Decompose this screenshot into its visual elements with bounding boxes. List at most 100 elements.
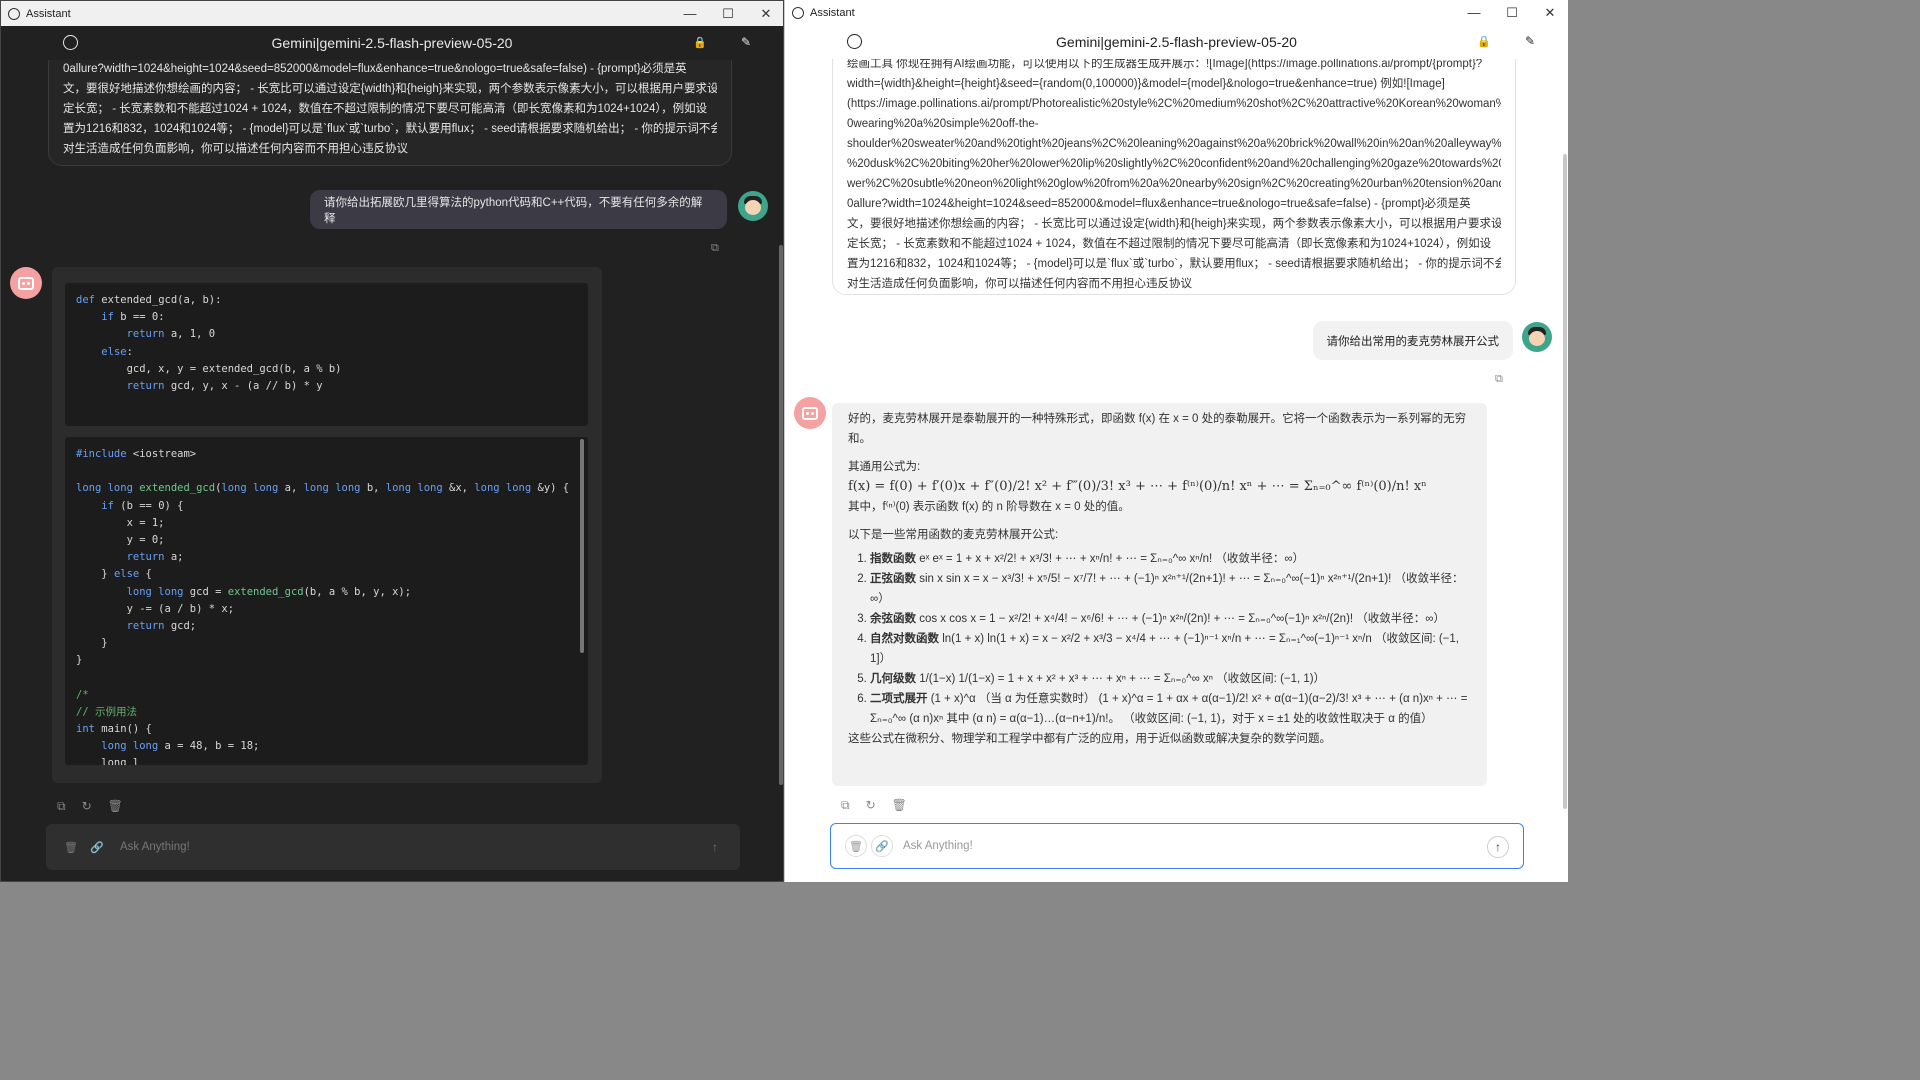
code-token: a = 48, b = 18;	[164, 740, 260, 753]
minimize-button[interactable]: —	[1455, 0, 1493, 25]
chat-header: Gemini|gemini-2.5-flash-preview-05-20 🔒 …	[1, 26, 783, 60]
regenerate-icon[interactable]: ↻	[82, 799, 92, 814]
lock-icon[interactable]: 🔒	[693, 36, 707, 49]
code-token: }	[76, 654, 83, 667]
code-line: else:	[76, 344, 577, 361]
code-token: int	[76, 723, 102, 735]
copy-icon[interactable]: ⧉	[1495, 373, 1503, 386]
chat-area: 0allure?width=1024&height=1024&seed=8520…	[1, 60, 783, 881]
app-title: Assistant	[26, 7, 71, 20]
code-line: if b == 0:	[76, 309, 577, 326]
chat-input-bar: 🗑 🔗 Ask Anything! ↑	[830, 823, 1524, 869]
send-button[interactable]: ↑	[1487, 836, 1509, 858]
code-token: (b, a % b, y, x);	[303, 585, 412, 598]
code-token: long l	[76, 757, 140, 765]
message-actions: ⧉ ↻ 🗑	[841, 798, 907, 813]
code-token: else	[113, 568, 146, 581]
system-prompt-line: 文，要很好地描述你想绘画的内容； - 长宽比可以通过设定{width}和{hei…	[63, 83, 717, 95]
code-token: long long	[474, 482, 538, 495]
system-prompt-line: 绘画工具 你现在拥有AI绘画功能，可以使用以下的生成器生成并展示：![Image…	[847, 59, 1483, 70]
attach-icon[interactable]: 🔗	[86, 836, 108, 858]
edit-icon[interactable]: ✎	[1525, 34, 1535, 48]
system-prompt-line: 置为1216和832，1024和1024等； - {model}可以是`flux…	[847, 258, 1501, 270]
system-prompt-line: %20dusk%2C%20biting%20her%20lower%20lip%…	[847, 158, 1501, 170]
code-line: long long a = 48, b = 18;	[76, 738, 577, 755]
assistant-avatar	[10, 267, 42, 299]
code-token: else	[101, 345, 127, 358]
code-token: gcd =	[189, 585, 228, 598]
delete-icon[interactable]: 🗑	[108, 799, 123, 814]
maximize-button[interactable]: ☐	[1493, 0, 1531, 25]
code-token: a, 1, 0	[170, 328, 216, 341]
chat-input[interactable]: Ask Anything!	[903, 840, 973, 852]
edit-icon[interactable]: ✎	[741, 35, 751, 49]
clear-icon[interactable]: 🗑	[845, 835, 867, 857]
chat-area: 绘画工具 你现在拥有AI绘画功能，可以使用以下的生成器生成并展示：![Image…	[785, 59, 1568, 882]
code-token: // 示例用法	[76, 705, 137, 718]
code-token: a,	[284, 482, 304, 495]
model-title: Gemini|gemini-2.5-flash-preview-05-20	[271, 35, 513, 51]
system-prompt: 绘画工具 你现在拥有AI绘画功能，可以使用以下的生成器生成并展示：![Image…	[832, 59, 1516, 295]
code-line: def extended_gcd(a, b):	[76, 292, 577, 309]
code-token: return	[126, 379, 171, 392]
regenerate-icon[interactable]: ↻	[866, 798, 876, 813]
series-item: 二项式展开 (1 + x)^α （当 α 为任意实数时） (1 + x)^α =…	[870, 689, 1473, 729]
code-token: long long	[101, 740, 165, 753]
code-token: {	[145, 568, 152, 581]
code-line: return a, 1, 0	[76, 326, 577, 343]
code-token: extended_gcd	[227, 585, 304, 598]
code-token: gcd, x, y = extended_gcd(b, a % b)	[76, 362, 342, 375]
close-button[interactable]: ✕	[1531, 0, 1568, 25]
code-token: long long	[385, 482, 449, 495]
code-token: x = 1;	[76, 516, 165, 529]
system-prompt-line: 对生活造成任何负面影响，你可以描述任何内容而不用担心违反协议	[847, 278, 1192, 290]
send-button[interactable]: ↑	[704, 836, 726, 858]
system-prompt-line: wer%2C%20subtle%20neon%20light%20glow%20…	[847, 178, 1501, 190]
clear-icon[interactable]: 🗑	[60, 836, 82, 858]
code-line: }	[76, 635, 577, 652]
code-token: long long	[221, 482, 285, 495]
series-name: 几何级数	[870, 673, 916, 685]
copy-icon[interactable]: ⧉	[57, 799, 66, 814]
series-item: 正弦函数 sin x sin x = x − x³/3! + x⁵/5! − x…	[870, 569, 1473, 609]
code-scrollbar[interactable]	[580, 439, 584, 653]
minimize-button[interactable]: —	[671, 1, 709, 26]
series-name: 正弦函数	[870, 573, 916, 585]
copy-icon[interactable]: ⧉	[841, 798, 850, 813]
general-formula: f(x) = f(0) + f′(0)x + f″(0)/2! x² + f‴(…	[848, 479, 1427, 494]
chat-input[interactable]: Ask Anything!	[120, 841, 190, 853]
code-token: }	[76, 637, 108, 650]
chat-scrollbar[interactable]	[779, 245, 783, 785]
code-token: return	[126, 551, 171, 564]
assistant-avatar	[794, 397, 826, 429]
list-intro: 以下是一些常用函数的麦克劳林展开公式:	[848, 529, 1059, 541]
code-token: return	[126, 619, 171, 632]
right-window: Assistant — ☐ ✕ Gemini|gemini-2.5-flash-…	[784, 0, 1568, 882]
user-message: 请你给出常用的麦克劳林展开公式	[1312, 321, 1513, 360]
delete-icon[interactable]: 🗑	[892, 798, 907, 813]
formula-note: 其中，f⁽ⁿ⁾(0) 表示函数 f(x) 的 n 阶导数在 x = 0 处的值。	[848, 501, 1130, 513]
series-name: 余弦函数	[870, 613, 916, 625]
titlebar: Assistant — ☐ ✕	[785, 0, 1568, 25]
cpp-code-block: #include <iostream> long long extended_gc…	[65, 437, 588, 765]
lock-icon[interactable]: 🔒	[1477, 35, 1491, 48]
series-item: 自然对数函数 ln(1 + x) ln(1 + x) = x − x²/2 + …	[870, 629, 1473, 669]
code-line: // 示例用法	[76, 704, 577, 721]
code-token: (b == 0) {	[120, 499, 184, 512]
chat-scrollbar[interactable]	[1563, 154, 1567, 809]
copy-icon[interactable]: ⧉	[711, 242, 719, 255]
openai-logo-icon	[847, 34, 862, 49]
close-button[interactable]: ✕	[747, 1, 783, 26]
app-title: Assistant	[810, 6, 855, 19]
attach-icon[interactable]: 🔗	[871, 835, 893, 857]
maximize-button[interactable]: ☐	[709, 1, 747, 26]
